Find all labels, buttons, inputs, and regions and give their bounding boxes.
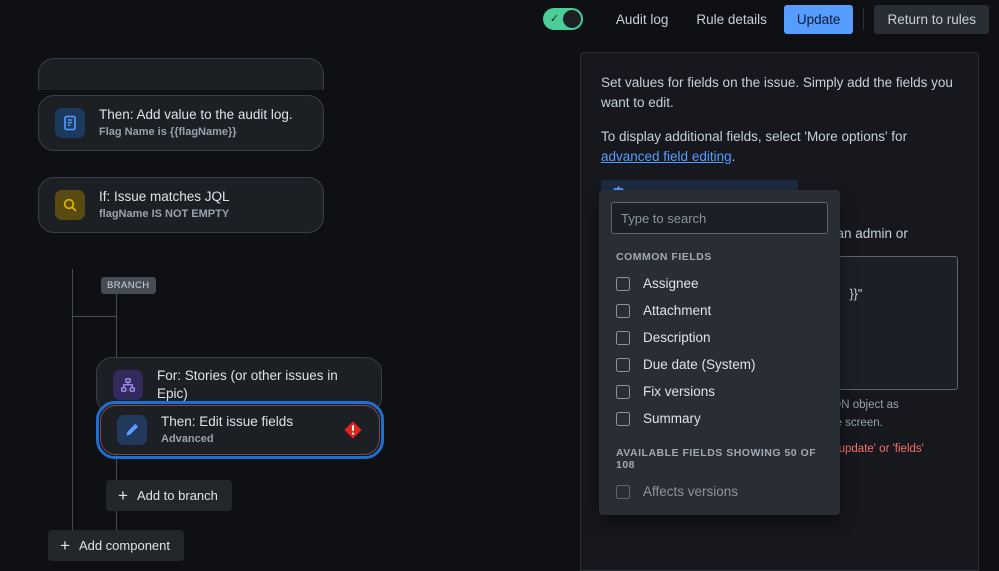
description-prefix: To display additional fields, select 'Mo… [601,128,908,144]
card-title: For: Stories (or other issues in Epic) [157,367,338,401]
advanced-field-editing-link[interactable]: advanced field editing [601,149,732,164]
add-to-branch-button[interactable]: + Add to branch [106,480,232,511]
field-option-label: Attachment [643,303,712,318]
field-option-label: Summary [643,411,701,426]
top-toolbar: ✓ Audit log Rule details Update Return t… [0,0,999,38]
checkbox-icon[interactable] [616,484,630,499]
add-component-label: Add component [78,538,171,553]
card-subtitle: flagName IS NOT EMPTY [99,207,230,220]
checkbox-icon[interactable] [616,411,630,426]
card-text: Then: Add value to the audit log. Flag N… [99,106,293,141]
field-option-description[interactable]: Description [599,324,840,351]
connector-line [72,269,73,539]
audit-log-link[interactable]: Audit log [605,5,680,34]
audit-log-icon [55,108,85,138]
textarea-value: }}" [849,286,863,301]
choose-fields-dropdown[interactable]: Type to search COMMON FIELDS Assignee At… [599,190,840,515]
automation-rule-editor: ✓ Audit log Rule details Update Return t… [0,0,999,571]
field-option-due-date[interactable]: Due date (System) [599,351,840,378]
rule-enabled-toggle[interactable]: ✓ [542,8,583,30]
field-option-fix-versions[interactable]: Fix versions [599,378,840,405]
checkbox-icon[interactable] [616,384,630,399]
panel-description-2: To display additional fields, select 'Mo… [601,127,958,168]
workflow-card-jql-condition[interactable]: If: Issue matches JQL flagName IS NOT EM… [38,177,324,233]
available-fields-header: AVAILABLE FIELDS SHOWING 50 OF 108 [616,447,817,471]
card-subtitle: Flag Name is {{flagName}} [99,125,237,138]
card-title: If: Issue matches JQL [99,188,230,204]
field-search-input[interactable]: Type to search [611,202,828,234]
workflow-card-audit-log[interactable]: Then: Add value to the audit log. Flag N… [38,95,324,151]
card-title: Then: Edit issue fields [161,413,294,429]
workflow-card-edit-issue-fields[interactable]: Then: Edit issue fields Advanced [100,405,380,455]
field-option-label: Affects versions [643,484,739,499]
toolbar-divider [863,8,865,30]
field-option-attachment[interactable]: Attachment [599,297,840,324]
card-text: Then: Edit issue fields Advanced [161,413,293,448]
magnifier-icon [55,190,85,220]
add-to-branch-label: Add to branch [136,488,218,503]
card-text: If: Issue matches JQL flagName IS NOT EM… [99,188,230,223]
common-fields-header: COMMON FIELDS [616,251,712,263]
checkbox-icon[interactable] [616,330,630,345]
card-title: Then: Add value to the audit log. [99,106,293,122]
checkbox-icon[interactable] [616,303,630,318]
branch-tree-icon [113,370,143,400]
toggle-knob [562,10,581,28]
check-icon: ✓ [549,12,560,25]
checkbox-icon[interactable] [616,357,630,372]
workflow-card-edit-issue-fields-selected[interactable]: Then: Edit issue fields Advanced [96,401,384,459]
pencil-icon [117,415,147,445]
rule-details-link[interactable]: Rule details [685,5,778,34]
error-diamond-icon [343,420,363,440]
field-option-label: Assignee [643,276,699,291]
plus-icon: + [118,486,128,505]
rule-flow-canvas: Then: Add value to the audit log. Flag N… [0,38,580,571]
search-placeholder: Type to search [621,210,707,226]
update-button[interactable]: Update [783,4,854,34]
branch-label: BRANCH [101,277,156,294]
field-option-affects-versions[interactable]: Affects versions [599,478,840,505]
workflow-card-partial[interactable] [38,58,324,90]
card-subtitle: Advanced [161,432,214,445]
description-suffix: . [731,148,736,164]
checkbox-icon[interactable] [616,276,630,291]
card-text: For: Stories (or other issues in Epic) [157,367,365,403]
field-option-label: Due date (System) [643,357,756,372]
field-option-label: Fix versions [643,384,716,399]
add-component-button[interactable]: + Add component [48,530,185,561]
connector-line [72,316,116,317]
field-option-assignee[interactable]: Assignee [599,270,840,297]
field-option-summary[interactable]: Summary [599,405,840,432]
return-to-rules-button[interactable]: Return to rules [874,4,989,34]
field-option-label: Description [643,330,711,345]
panel-description-1: Set values for fields on the issue. Simp… [601,75,953,111]
plus-icon: + [60,536,70,555]
